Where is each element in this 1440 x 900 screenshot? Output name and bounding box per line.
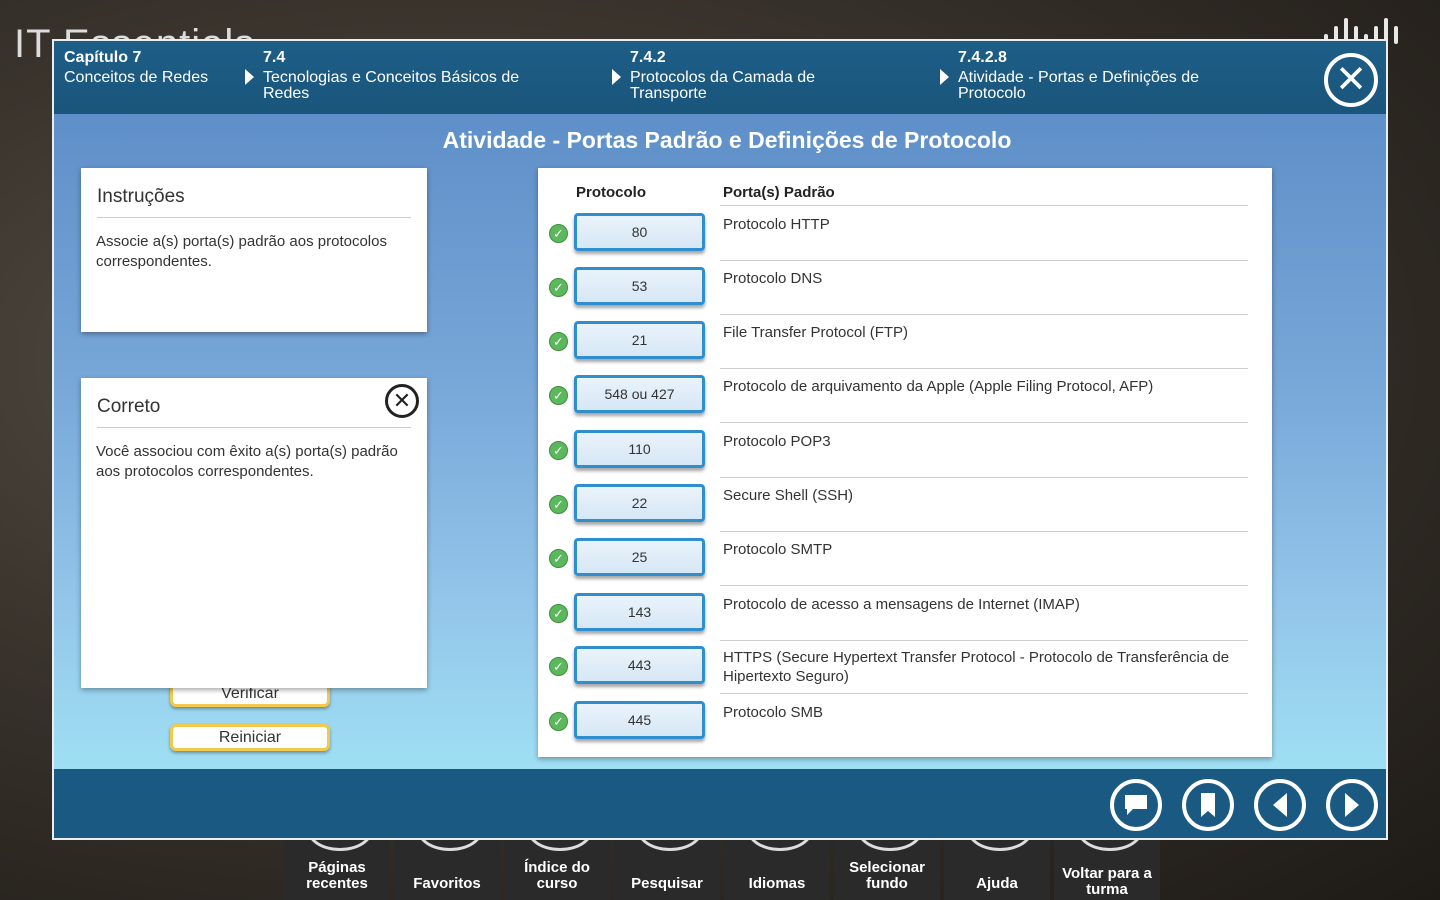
breadcrumb: Capítulo 7 Conceitos de Redes 7.4 Tecnol… [54,41,1386,114]
dock-favorites[interactable]: Favoritos [394,838,500,900]
row-divider [720,314,1248,315]
breadcrumb-num: 7.4.2 [630,49,666,66]
activity-content: Atividade - Portas Padrão e Definições d… [54,114,1386,769]
feedback-heading: Correto [97,378,411,428]
page-title: Atividade - Portas Padrão e Definições d… [442,127,1012,153]
feedback-panel: Correto ✕ Você associou com êxito a(s) p… [81,378,427,688]
port-draggable[interactable]: 53 [574,267,705,305]
instructions-panel: Instruções Associe a(s) porta(s) padrão … [81,168,427,332]
check-icon: ✓ [549,712,568,731]
instructions-text: Associe a(s) porta(s) padrão aos protoco… [96,233,387,270]
breadcrumb-activity[interactable]: 7.4.2.8 Atividade - Portas e Definições … [940,49,1248,102]
breadcrumb-section[interactable]: 7.4 Tecnologias e Conceitos Básicos de R… [245,49,563,102]
protocol-label: Protocolo DNS [723,270,823,287]
check-icon: ✓ [549,657,568,676]
port-draggable[interactable]: 443 [574,646,705,684]
protocol-label: Protocolo SMB [723,704,824,721]
check-icon: ✓ [549,604,568,623]
port-draggable[interactable]: 21 [574,321,705,359]
protocol-label: Secure Shell (SSH) [723,487,854,504]
reset-button[interactable]: Reiniciar [170,724,330,751]
close-icon[interactable]: ✕ [1324,53,1378,107]
breadcrumb-arrow-icon [940,69,949,85]
row-divider [720,260,1248,261]
row-divider [720,422,1248,423]
protocol-label: HTTPS (Secure Hypertext Transfer Protoco… [723,649,1230,685]
check-icon: ✓ [549,549,568,568]
row-divider [720,640,1248,641]
activity-modal: Capítulo 7 Conceitos de Redes 7.4 Tecnol… [52,39,1388,840]
breadcrumb-num: Capítulo 7 [64,49,142,66]
bookmark-icon[interactable] [1182,779,1234,831]
breadcrumb-arrow-icon [245,69,254,85]
breadcrumb-subsection[interactable]: 7.4.2 Protocolos da Camada de Transporte [612,49,870,102]
row-divider [720,477,1248,478]
dock-recent-pages[interactable]: Páginas recentes [284,838,390,900]
bottom-dock: Páginas recentes Favoritos Índice do cur… [284,838,1160,900]
breadcrumb-chapter[interactable]: Capítulo 7 Conceitos de Redes [64,50,214,86]
protocol-label: Protocolo HTTP [723,216,830,233]
breadcrumb-label: Protocolos da Camada de Transporte [630,69,815,102]
port-draggable[interactable]: 548 ou 427 [574,375,705,413]
breadcrumb-label: Tecnologias e Conceitos Básicos de Redes [263,69,520,102]
dock-search[interactable]: Pesquisar [614,838,720,900]
footer-nav [54,769,1386,838]
breadcrumb-num: 7.4.2.8 [958,49,1007,66]
port-draggable[interactable]: 110 [574,430,705,468]
instructions-heading: Instruções [97,168,411,218]
next-arrow-icon[interactable] [1326,779,1378,831]
column-header-port: Protocolo [576,184,646,201]
check-icon: ✓ [549,386,568,405]
check-icon: ✓ [549,495,568,514]
port-draggable[interactable]: 143 [574,593,705,631]
matching-table: Protocolo Porta(s) Padrão ✓ 80 Protocolo… [538,168,1272,757]
check-icon: ✓ [549,278,568,297]
check-icon: ✓ [549,332,568,351]
check-icon: ✓ [549,441,568,460]
port-draggable[interactable]: 22 [574,484,705,522]
protocol-label: Protocolo de arquivamento da Apple (Appl… [723,378,1154,395]
dock-back-to-class[interactable]: Voltar para a turma [1054,838,1160,900]
protocol-label: Protocolo de acesso a mensagens de Inter… [723,596,1080,613]
protocol-label: File Transfer Protocol (FTP) [723,324,909,341]
breadcrumb-num: 7.4 [263,49,286,66]
row-divider [720,531,1248,532]
chat-icon[interactable] [1110,779,1162,831]
port-draggable[interactable]: 445 [574,701,705,739]
header-divider [720,205,1248,206]
check-icon: ✓ [549,224,568,243]
prev-arrow-icon[interactable] [1254,779,1306,831]
breadcrumb-label: Conceitos de Redes [64,69,209,86]
protocol-label: Protocolo POP3 [723,433,831,450]
dock-select-background[interactable]: Selecionar fundo [834,838,940,900]
breadcrumb-arrow-icon [612,69,621,85]
column-header-protocol: Porta(s) Padrão [723,184,835,201]
row-divider [720,585,1248,586]
close-feedback-icon[interactable]: ✕ [385,384,419,418]
dock-course-index[interactable]: Índice do curso [504,838,610,900]
protocol-label: Protocolo SMTP [723,541,833,558]
row-divider [720,693,1248,694]
feedback-text: Você associou com êxito a(s) porta(s) pa… [96,443,398,480]
dock-help[interactable]: Ajuda [944,838,1050,900]
port-draggable[interactable]: 80 [574,213,705,251]
port-draggable[interactable]: 25 [574,538,705,576]
breadcrumb-label: Atividade - Portas e Definições de Proto… [958,69,1200,102]
row-divider [720,368,1248,369]
dock-languages[interactable]: Idiomas [724,838,830,900]
